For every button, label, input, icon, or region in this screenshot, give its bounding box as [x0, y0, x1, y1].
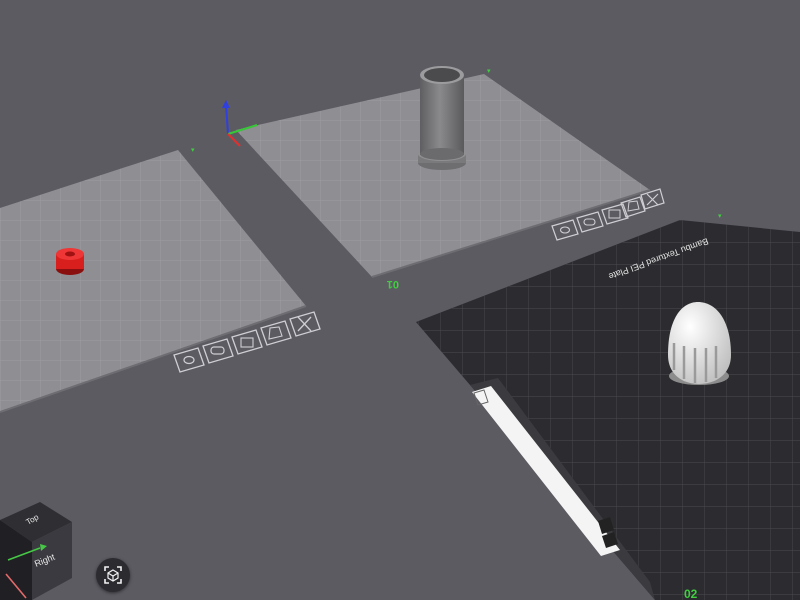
eye-icon	[183, 355, 195, 365]
arrange-icon	[240, 337, 254, 348]
toggle-icon	[210, 346, 225, 355]
plate-axis-marker: ▾	[487, 68, 491, 75]
navigation-cube[interactable]: Top Right	[0, 502, 72, 600]
toggle-icon	[583, 218, 596, 226]
plate-axis-marker: ▾	[191, 147, 195, 154]
plate-left-delete-button[interactable]	[289, 311, 321, 337]
build-plate-left[interactable]: ▾	[0, 147, 307, 413]
3d-viewport[interactable]: ▾ ▾ 01 ▾ Bambu Textured PEI Plate 02 Top…	[0, 0, 800, 600]
build-plate-textured[interactable]: ▾ Bambu Textured PEI Plate 02	[416, 213, 800, 600]
gray-tube-object[interactable]	[418, 66, 466, 170]
plate-left-orient-button[interactable]	[260, 320, 292, 346]
plate-middle-eye-button[interactable]	[551, 219, 579, 241]
plate-left-eye-button[interactable]	[173, 347, 205, 373]
delete-icon	[297, 316, 312, 332]
plate-middle-toggle-button[interactable]	[576, 211, 604, 233]
orient-icon	[268, 326, 283, 340]
orient-icon	[627, 200, 640, 212]
plate-axis-marker: ▾	[718, 213, 722, 220]
plate-number-label: 01	[387, 278, 399, 290]
delete-icon	[646, 193, 659, 206]
plate-number-label: 02	[684, 587, 698, 600]
fit-view-button[interactable]	[96, 558, 130, 592]
plate-middle-arrange-button[interactable]	[601, 203, 629, 225]
eye-icon	[559, 226, 571, 234]
plate-left-arrange-button[interactable]	[231, 329, 263, 355]
red-cylinder-object[interactable]	[56, 248, 84, 275]
plate-left-toggle-button[interactable]	[202, 338, 234, 364]
fit-view-icon	[104, 566, 122, 584]
arrange-icon	[608, 209, 621, 219]
